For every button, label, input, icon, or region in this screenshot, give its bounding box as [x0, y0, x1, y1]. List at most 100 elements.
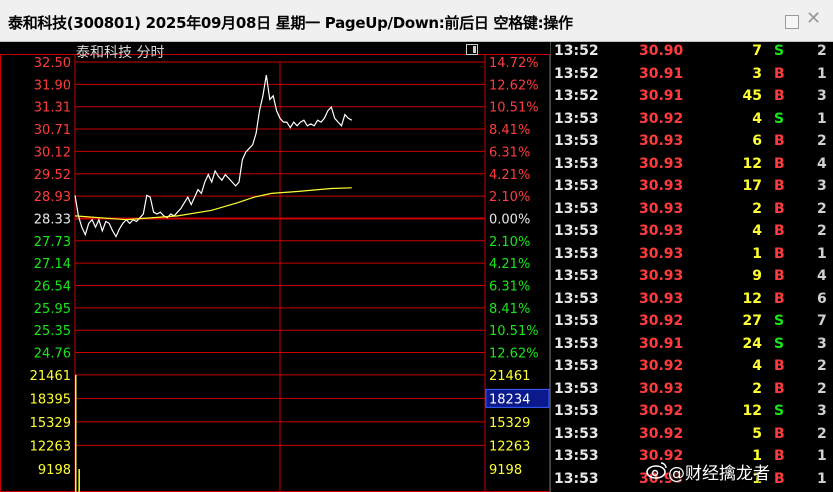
price-tick-label: 25.95 [34, 302, 71, 317]
weibo-icon [646, 462, 667, 479]
tick-time: 13:53 [554, 155, 599, 172]
tick-count: 2 [817, 358, 827, 374]
tick-volume: 3 [752, 65, 762, 82]
tick-row: 13:53 30.93 2 B 2 [551, 199, 833, 221]
percent-tick-label: 2.10% [489, 190, 530, 205]
maximize-icon[interactable] [785, 15, 799, 29]
tick-direction: S [774, 335, 785, 352]
tick-count: 2 [817, 223, 827, 239]
title-bar: 泰和科技(300801) 2025年09月08日 星期一 PageUp/Down… [0, 0, 833, 42]
series-line-average [74, 187, 352, 221]
tick-volume: 12 [742, 155, 762, 172]
tick-direction: S [774, 313, 785, 329]
tick-price: 30.93 [639, 380, 684, 397]
volume-highlight-label: 18234 [489, 392, 530, 407]
tick-time: 13:53 [554, 313, 599, 329]
tick-volume: 5 [752, 425, 762, 442]
tick-row: 13:53 30.92 12 S 3 [551, 401, 833, 423]
tick-time: 13:53 [554, 290, 599, 307]
price-tick-label: 31.90 [34, 78, 71, 93]
tick-volume: 12 [742, 290, 762, 307]
tick-row: 13:53 30.91 24 S 3 [551, 334, 833, 356]
tick-count: 7 [817, 313, 827, 329]
tick-count: 2 [817, 425, 827, 442]
tick-row: 13:53 30.93 9 B 4 [551, 266, 833, 288]
volume-tick-label-right: 12263 [489, 439, 530, 454]
volume-tick-label: 18395 [30, 392, 71, 407]
chart-canvas: 32.50 31.90 31.31 30.71 30.12 29.52 28.93 28.33… [0, 54, 550, 492]
tick-direction: S [774, 110, 785, 127]
tick-count: 4 [817, 268, 827, 284]
tick-time: 13:53 [554, 380, 599, 397]
tick-count: 1 [817, 65, 827, 82]
tick-row: 13:53 30.93 4 B 2 [551, 221, 833, 243]
tick-direction: B [774, 133, 785, 149]
tick-price: 30.93 [639, 223, 684, 239]
panel-toggle-icon[interactable] [466, 44, 478, 55]
stock-label: 泰和科技 分时 [76, 45, 165, 61]
tick-row: 13:52 30.90 7 S 2 [551, 42, 833, 63]
tick-volume: 4 [752, 358, 762, 374]
tick-time: 13:53 [554, 425, 599, 442]
percent-tick-label: 6.31% [489, 280, 530, 295]
tick-time: 13:53 [554, 223, 599, 239]
tick-direction: B [774, 65, 785, 82]
price-tick-label: 25.35 [34, 324, 71, 339]
tick-volume: 17 [742, 178, 762, 194]
tick-count: 1 [817, 448, 827, 464]
volume-tick-label: 21461 [30, 369, 71, 384]
tick-price: 30.93 [639, 268, 684, 284]
tick-time: 13:53 [554, 358, 599, 374]
price-tick-label: 27.73 [34, 235, 71, 250]
tick-volume: 2 [752, 200, 762, 217]
tick-row: 13:53 30.93 17 B 3 [551, 176, 833, 198]
tick-count: 2 [817, 380, 827, 397]
tick-volume: 24 [742, 335, 762, 352]
tick-time: 13:53 [554, 110, 599, 127]
percent-tick-label: 0.00% [489, 212, 530, 227]
volume-tick-label-right: 15329 [489, 416, 530, 431]
price-tick-label: 29.52 [34, 168, 71, 183]
volume-tick-label: 9198 [38, 463, 71, 478]
tick-volume: 6 [752, 133, 762, 149]
percent-tick-label: 10.51% [489, 101, 539, 116]
tick-direction: B [774, 223, 785, 239]
volume-tick-label: 15329 [30, 416, 71, 431]
tick-count: 3 [817, 403, 827, 419]
tick-count: 3 [817, 335, 827, 352]
tick-price: 30.93 [639, 155, 684, 172]
tick-price: 30.93 [639, 290, 684, 307]
tick-count: 4 [817, 155, 827, 172]
tick-count: 2 [817, 43, 827, 59]
tick-count: 3 [817, 178, 827, 194]
tick-direction: B [774, 380, 785, 397]
tick-direction: B [774, 88, 785, 104]
tick-time: 13:53 [554, 403, 599, 419]
percent-tick-label: 10.51% [489, 324, 539, 339]
tick-direction: B [774, 200, 785, 217]
intraday-chart[interactable]: 32.50 31.90 31.31 30.71 30.12 29.52 28.93 28.33… [0, 42, 550, 492]
tick-price: 30.93 [639, 200, 684, 217]
tick-time: 13:53 [554, 178, 599, 194]
tick-row: 13:52 30.91 3 B 1 [551, 64, 833, 86]
price-tick-label: 32.50 [34, 56, 71, 71]
tick-direction: B [774, 155, 785, 172]
tick-count: 2 [817, 133, 827, 149]
tick-count: 6 [817, 290, 827, 307]
price-tick-label: 24.76 [34, 347, 71, 362]
volume-tick-label-right: 21461 [489, 369, 530, 384]
tick-count: 2 [817, 200, 827, 217]
tick-direction: B [774, 358, 785, 374]
tick-direction: S [774, 43, 785, 59]
close-icon[interactable]: ✕ [806, 10, 821, 28]
tick-time: 13:52 [554, 88, 599, 104]
tick-direction: B [774, 470, 785, 487]
tick-row: 13:53 30.93 2 B 2 [551, 379, 833, 401]
watermark: @财经擒龙者 [668, 464, 770, 484]
price-tick-label: 31.31 [34, 101, 71, 116]
tick-price: 30.92 [639, 110, 684, 127]
tick-volume: 27 [742, 313, 762, 329]
tick-direction: S [774, 403, 785, 419]
volume-tick-label: 12263 [30, 439, 71, 454]
tick-list[interactable]: 13:52 30.90 7 S 2 13:52 30.91 3 B 1 13:52 30.91 45 B 3… [550, 42, 833, 492]
